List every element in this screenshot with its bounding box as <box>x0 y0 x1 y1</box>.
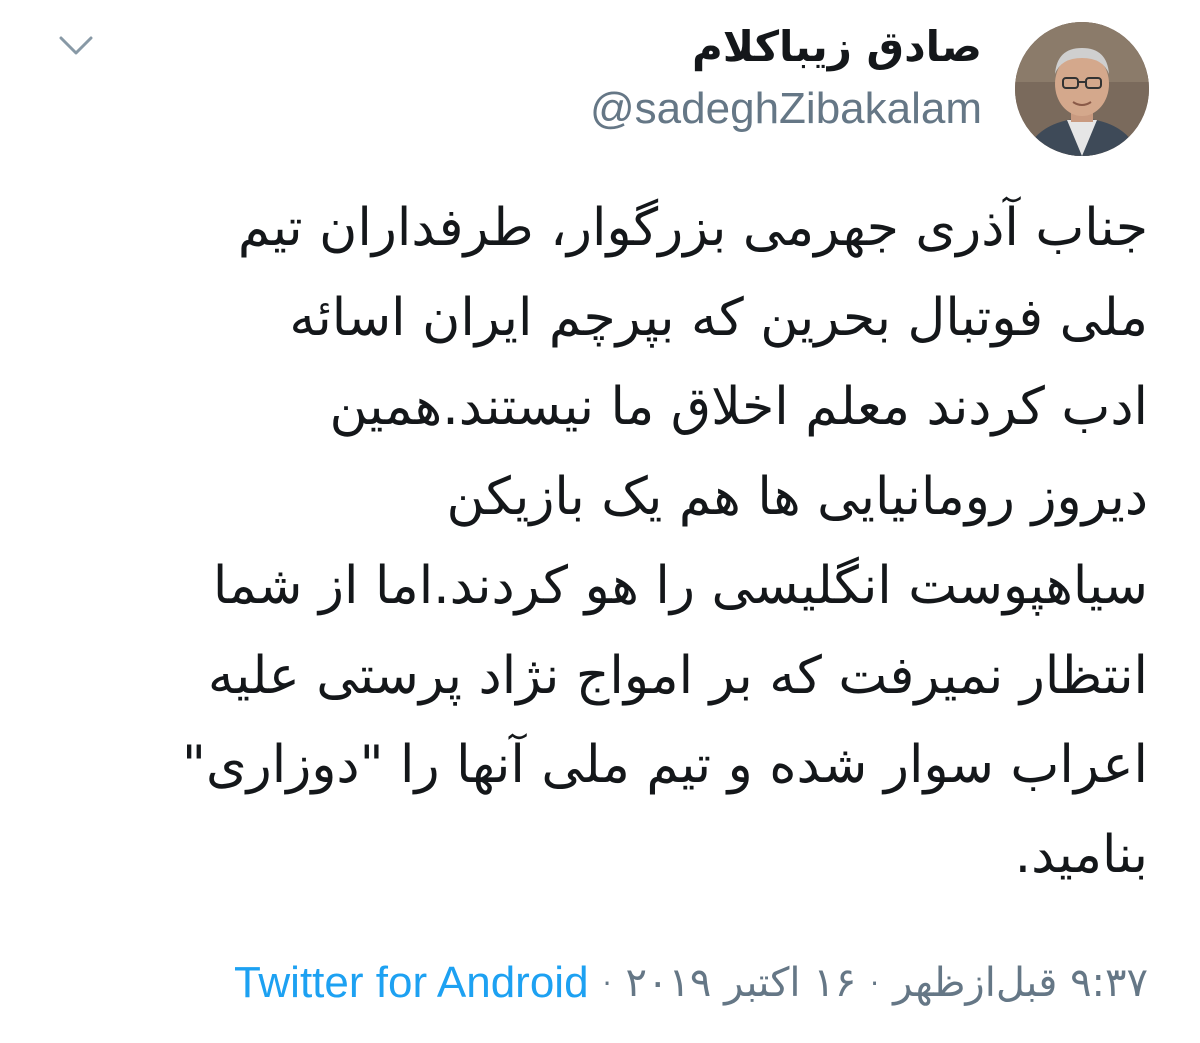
tweet-date[interactable]: ۱۶ اکتبر ۲۰۱۹ <box>625 960 856 1006</box>
tweet-source-link[interactable]: Twitter for Android <box>234 958 589 1008</box>
tweet-text-line: ملی فوتبال بحرین که بپرچم ایران اسائه <box>289 287 1148 348</box>
tweet-text-line: بنامید. <box>1014 824 1148 885</box>
tweet: صادق زیباکلام @sadeghZibakalam جناب آذری… <box>0 0 1200 1043</box>
chevron-down-icon[interactable] <box>52 30 100 62</box>
tweet-text-line: سیاهپوست انگلیسی را هو کردند.اما از شما <box>212 556 1148 616</box>
avatar[interactable] <box>1015 22 1149 156</box>
tweet-text-line: جناب آذری جهرمی بزرگوار، طرفداران تیم <box>237 198 1148 258</box>
separator-dot: · <box>602 966 612 1000</box>
tweet-time[interactable]: ۹:۳۷ قبل‌ازظهر <box>893 960 1148 1006</box>
author-name[interactable]: صادق زیباکلام <box>692 22 982 71</box>
tweet-text-line: اعراب سوار شده و تیم ملی آنها را "دوزاری… <box>182 735 1148 795</box>
tweet-metadata: ۹:۳۷ قبل‌ازظهر · ۱۶ اکتبر ۲۰۱۹ · Twitter… <box>234 958 1148 1008</box>
tweet-text-line: ادب کردند معلم اخلاق ما نیستند.همین <box>329 377 1148 437</box>
separator-dot: · <box>870 966 880 1000</box>
author-handle[interactable]: @sadeghZibakalam <box>590 84 982 134</box>
tweet-text: جناب آذری جهرمی بزرگوار، طرفداران تیم مل… <box>38 184 1148 900</box>
tweet-text-line: انتظار نمیرفت که بر امواج نژاد پرستی علی… <box>207 645 1148 706</box>
tweet-text-line: دیروز رومانیایی ها هم یک بازیکن <box>446 466 1148 527</box>
